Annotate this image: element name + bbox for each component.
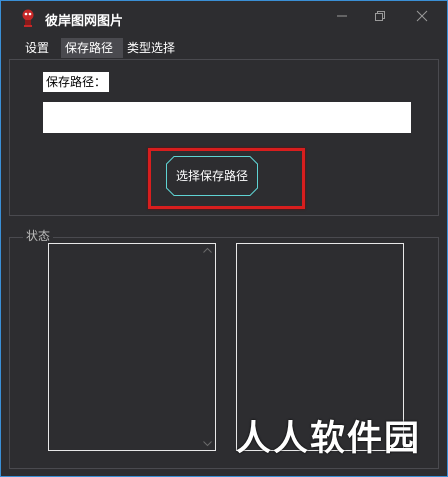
restore-button[interactable] [369,7,391,27]
menu-bar: 设置 保存路径 类型选择 [9,38,439,58]
save-path-label: 保存路径： [43,72,110,92]
divider [9,215,439,216]
watermark-text: 人人软件园 [236,419,422,459]
choose-save-path-button[interactable]: 选择保存路径 [166,156,258,196]
app-window: 彼岸图网图片 设置 保存路径 类型选择 保存路径： 选择保存路径 状态 人人软件… [0,0,448,477]
minimize-button[interactable] [331,7,353,27]
status-legend: 状态 [23,229,54,243]
title-bar[interactable]: 彼岸图网图片 [1,1,447,35]
status-list-left[interactable] [48,243,216,451]
minimize-icon [337,15,347,17]
choose-save-path-label: 选择保存路径 [175,169,248,183]
menu-item-settings[interactable]: 设置 [21,38,53,58]
close-icon [416,10,428,22]
menu-item-save-path[interactable]: 保存路径 [61,38,123,58]
restore-icon [375,11,385,21]
app-logo-icon [21,9,35,27]
save-path-input[interactable] [43,102,411,133]
scroll-down-icon[interactable] [203,441,212,447]
menu-item-type-select[interactable]: 类型选择 [123,38,179,58]
scroll-up-icon[interactable] [203,247,212,253]
close-button[interactable] [411,7,433,27]
window-title: 彼岸图网图片 [45,14,124,29]
